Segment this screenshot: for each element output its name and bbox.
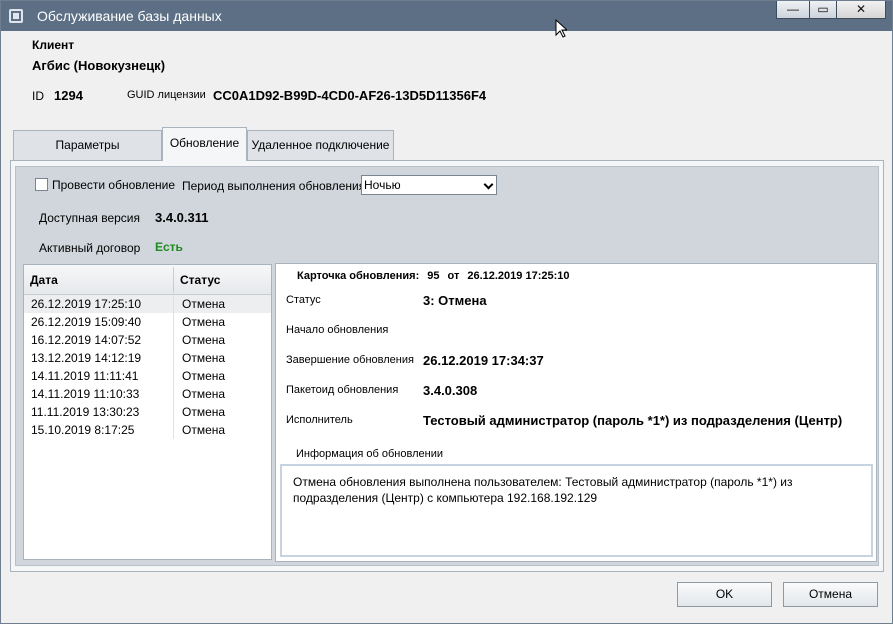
column-header-status[interactable]: Статус bbox=[180, 273, 220, 287]
row-divider bbox=[173, 385, 174, 403]
table-row[interactable]: 11.11.2019 13:30:23 Отмена bbox=[24, 403, 271, 421]
table-row[interactable]: 14.11.2019 11:11:41 Отмена bbox=[24, 367, 271, 385]
minimize-button[interactable]: — bbox=[776, 1, 810, 19]
history-rows: 26.12.2019 17:25:10 Отмена 26.12.2019 15:0… bbox=[24, 295, 271, 439]
update-history-table[interactable]: Дата Статус 26.12.2019 17:25:10 Отмена 26.… bbox=[23, 264, 272, 560]
row-date: 14.11.2019 11:10:33 bbox=[31, 387, 140, 401]
end-value: 26.12.2019 17:34:37 bbox=[423, 353, 544, 368]
run-update-label[interactable]: Провести обновление bbox=[52, 178, 175, 192]
card-title: Карточка обновления: 95 от 26.12.2019 17:25… bbox=[297, 270, 578, 282]
row-divider bbox=[173, 331, 174, 349]
card-date: 26.12.2019 17:25:10 bbox=[467, 270, 570, 282]
package-value: 3.4.0.308 bbox=[423, 383, 478, 398]
guid-label: GUID лицензии bbox=[127, 89, 206, 101]
executor-value: Тестовый администратор (пароль *1*) из п… bbox=[423, 413, 843, 428]
table-row[interactable]: 26.12.2019 17:25:10 Отмена bbox=[24, 295, 271, 313]
start-label: Начало обновления bbox=[286, 324, 389, 336]
status-value: 3: Отмена bbox=[423, 293, 487, 308]
table-row[interactable]: 15.10.2019 8:17:25 Отмена bbox=[24, 421, 271, 439]
row-date: 13.12.2019 14:12:19 bbox=[31, 351, 142, 365]
available-version-label: Доступная версия bbox=[39, 211, 140, 225]
active-contract-value: Есть bbox=[155, 240, 183, 254]
client-caption: Клиент bbox=[32, 38, 75, 52]
dialog-window: Обслуживание базы данных — ▭ ✕ Клиент Аг… bbox=[0, 0, 893, 624]
row-status: Отмена bbox=[182, 351, 226, 365]
maximize-icon: ▭ bbox=[817, 2, 829, 16]
chevron-down-icon bbox=[483, 179, 494, 190]
update-card: Карточка обновления: 95 от 26.12.2019 17:25… bbox=[275, 263, 877, 562]
mouse-cursor-icon bbox=[555, 19, 567, 38]
status-label: Статус bbox=[286, 294, 321, 306]
period-select-value: Ночью bbox=[364, 178, 401, 192]
end-label: Завершение обновления bbox=[286, 354, 414, 366]
table-row[interactable]: 14.11.2019 11:10:33 Отмена bbox=[24, 385, 271, 403]
card-from: от bbox=[447, 270, 460, 282]
card-number: 95 bbox=[427, 270, 440, 282]
info-caption: Информация об обновлении bbox=[296, 448, 443, 460]
package-label: Пакетоид обновления bbox=[286, 384, 399, 396]
row-status: Отмена bbox=[182, 315, 226, 329]
row-status: Отмена bbox=[182, 405, 226, 419]
database-app-icon bbox=[9, 9, 23, 23]
ok-button[interactable]: OK bbox=[677, 582, 772, 607]
row-date: 14.11.2019 11:11:41 bbox=[31, 369, 139, 383]
guid-value: CC0A1D92-B99D-4CD0-AF26-13D5D11356F4 bbox=[213, 88, 487, 103]
tab-update[interactable]: Обновление bbox=[162, 127, 247, 161]
row-divider bbox=[173, 367, 174, 385]
cancel-button[interactable]: Отмена bbox=[783, 582, 878, 607]
tab-maintenance-params[interactable]: Параметры обслуживания bbox=[13, 130, 162, 180]
update-info-textbox[interactable]: Отмена обновления выполнена пользователе… bbox=[280, 464, 873, 557]
period-label: Период выполнения обновления bbox=[182, 179, 366, 193]
title-bar[interactable]: Обслуживание базы данных — ▭ ✕ bbox=[1, 1, 892, 31]
row-status: Отмена bbox=[182, 387, 226, 401]
row-date: 11.11.2019 13:30:23 bbox=[31, 405, 140, 419]
history-header: Дата Статус bbox=[24, 265, 271, 295]
client-name: Агбис (Новокузнецк) bbox=[32, 58, 166, 73]
run-update-checkbox[interactable] bbox=[35, 178, 48, 191]
row-divider bbox=[173, 295, 174, 313]
row-date: 26.12.2019 15:09:40 bbox=[31, 315, 142, 329]
row-divider bbox=[173, 349, 174, 367]
period-select[interactable]: Ночью bbox=[361, 175, 497, 195]
table-row[interactable]: 13.12.2019 14:12:19 Отмена bbox=[24, 349, 271, 367]
row-date: 15.10.2019 8:17:25 bbox=[31, 423, 135, 437]
row-divider bbox=[173, 421, 174, 439]
close-button[interactable]: ✕ bbox=[836, 1, 886, 19]
card-title-label: Карточка обновления: bbox=[297, 270, 420, 282]
row-divider bbox=[173, 313, 174, 331]
row-status: Отмена bbox=[182, 333, 226, 347]
close-icon: ✕ bbox=[855, 2, 867, 16]
row-status: Отмена bbox=[182, 423, 226, 437]
row-status: Отмена bbox=[182, 297, 226, 311]
update-settings-area: Провести обновление Период выполнения об… bbox=[15, 166, 879, 566]
minimize-icon: — bbox=[787, 2, 799, 16]
available-version-value: 3.4.0.311 bbox=[155, 210, 209, 225]
row-date: 16.12.2019 14:07:52 bbox=[31, 333, 142, 347]
table-row[interactable]: 26.12.2019 15:09:40 Отмена bbox=[24, 313, 271, 331]
tab-remote-connection[interactable]: Удаленное подключение bbox=[247, 130, 394, 160]
active-contract-label: Активный договор bbox=[39, 241, 141, 255]
executor-label: Исполнитель bbox=[286, 414, 353, 426]
window-title: Обслуживание базы данных bbox=[37, 8, 222, 24]
column-header-date[interactable]: Дата bbox=[30, 273, 58, 287]
row-divider bbox=[173, 403, 174, 421]
update-tab-panel: Провести обновление Период выполнения об… bbox=[10, 160, 884, 572]
row-status: Отмена bbox=[182, 369, 226, 383]
column-divider[interactable] bbox=[173, 267, 174, 293]
id-value: 1294 bbox=[54, 88, 83, 103]
table-row[interactable]: 16.12.2019 14:07:52 Отмена bbox=[24, 331, 271, 349]
id-label: ID bbox=[32, 89, 44, 103]
row-date: 26.12.2019 17:25:10 bbox=[31, 297, 142, 311]
maximize-button[interactable]: ▭ bbox=[809, 1, 837, 19]
